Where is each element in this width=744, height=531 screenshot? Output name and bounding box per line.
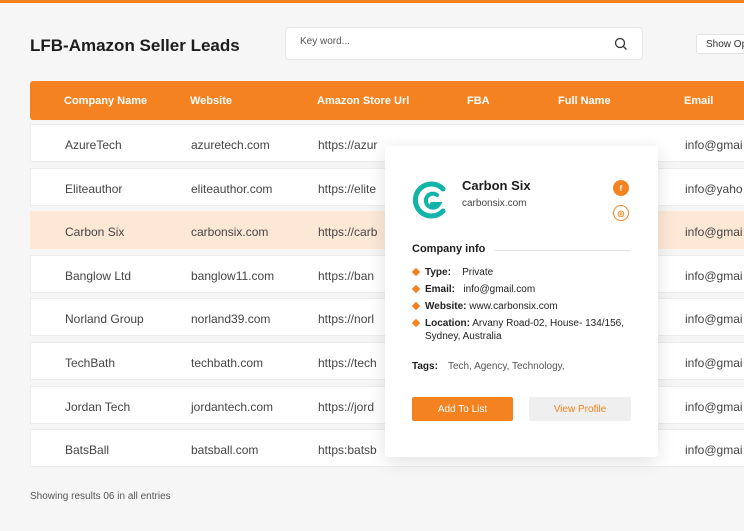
- facebook-icon[interactable]: f: [613, 180, 629, 196]
- bullet-icon: [411, 267, 421, 277]
- instagram-icon[interactable]: ◎: [613, 205, 629, 221]
- popup-company-name: Carbon Six: [462, 178, 531, 193]
- section-divider: [495, 250, 630, 251]
- info-email: Email: info@gmail.com: [411, 283, 642, 296]
- tags-value: Tech, Agency, Technology,: [447, 361, 565, 372]
- search-box[interactable]: [285, 27, 643, 60]
- bullet-icon: [411, 301, 421, 311]
- popup-company-website[interactable]: carbonsix.com: [462, 198, 526, 209]
- cell-email: info@gmai: [685, 443, 743, 458]
- page-title: LFB-Amazon Seller Leads: [30, 36, 240, 55]
- cell-store-url: https://carb: [318, 225, 378, 240]
- bullet-icon: [411, 284, 421, 294]
- info-website: Website: www.carbonsix.com: [411, 300, 642, 313]
- search-input[interactable]: [300, 36, 600, 47]
- cell-email: info@gmai: [685, 399, 743, 414]
- company-info-list: Type: Private Email: info@gmail.com Webs…: [411, 266, 642, 347]
- cell-store-url: https://jord: [318, 399, 375, 414]
- cell-website: techbath.com: [191, 356, 264, 370]
- cell-company: AzureTech: [65, 138, 122, 152]
- cell-email: info@gmai: [685, 312, 743, 327]
- cell-company: Carbon Six: [65, 225, 125, 240]
- cell-company: TechBath: [65, 356, 116, 370]
- info-location: Location: Arvany Road-02, House- 134/156…: [411, 317, 642, 343]
- column-header-company[interactable]: Company Name: [64, 95, 147, 107]
- bullet-icon: [411, 318, 421, 328]
- cell-website: jordantech.com: [191, 399, 274, 414]
- cell-company: Banglow Ltd: [65, 268, 132, 283]
- cell-store-url: https://ban: [318, 268, 375, 283]
- cell-email: info@gmai: [685, 356, 743, 370]
- cell-store-url: https://tech: [318, 356, 377, 370]
- cell-website: norland39.com: [191, 312, 271, 327]
- column-header-fba[interactable]: FBA: [467, 95, 490, 107]
- column-header-full-name[interactable]: Full Name: [558, 95, 611, 107]
- table-header: Company Name Website Amazon Store Url FB…: [30, 81, 744, 120]
- cell-email: info@gmai: [685, 268, 743, 283]
- cell-email: info@gmai: [685, 225, 743, 240]
- cell-website: banglow11.com: [191, 268, 275, 283]
- company-popup-card: Carbon Six carbonsix.com f ◎ Company inf…: [385, 146, 658, 457]
- cell-email: info@gmai: [685, 138, 743, 152]
- tags-line: Tags: Tech, Agency, Technology,: [412, 361, 565, 372]
- cell-company: Eliteauthor: [65, 181, 123, 196]
- column-header-email[interactable]: Email: [684, 95, 713, 107]
- add-to-list-button[interactable]: Add To List: [412, 397, 513, 421]
- cell-website: azuretech.com: [191, 138, 270, 152]
- cell-store-url: https://elite: [318, 181, 377, 196]
- cell-store-url: https://azur: [318, 138, 378, 152]
- cell-website: carbonsix.com: [191, 225, 269, 240]
- cell-company: BatsBall: [65, 443, 110, 458]
- cell-website: batsball.com: [191, 443, 259, 458]
- column-header-store-url[interactable]: Amazon Store Url: [317, 95, 409, 107]
- info-type: Type: Private: [411, 266, 642, 279]
- cell-store-url: https://norl: [318, 312, 375, 327]
- results-summary: Showing results 06 in all entries: [30, 491, 171, 502]
- tags-label: Tags:: [412, 361, 438, 372]
- cell-company: Norland Group: [65, 312, 144, 327]
- cell-website: eliteauthor.com: [191, 181, 273, 196]
- search-icon[interactable]: [614, 37, 628, 51]
- cell-store-url: https:batsb: [318, 443, 377, 458]
- cell-company: Jordan Tech: [65, 399, 131, 414]
- carbon-six-logo: [412, 181, 446, 219]
- company-info-heading: Company info: [412, 243, 486, 255]
- view-profile-button[interactable]: View Profile: [529, 397, 631, 421]
- cell-email: info@yaho: [685, 181, 743, 196]
- show-options-button[interactable]: Show Options: [696, 34, 744, 54]
- top-accent-bar: [0, 0, 744, 3]
- column-header-website[interactable]: Website: [190, 95, 232, 107]
